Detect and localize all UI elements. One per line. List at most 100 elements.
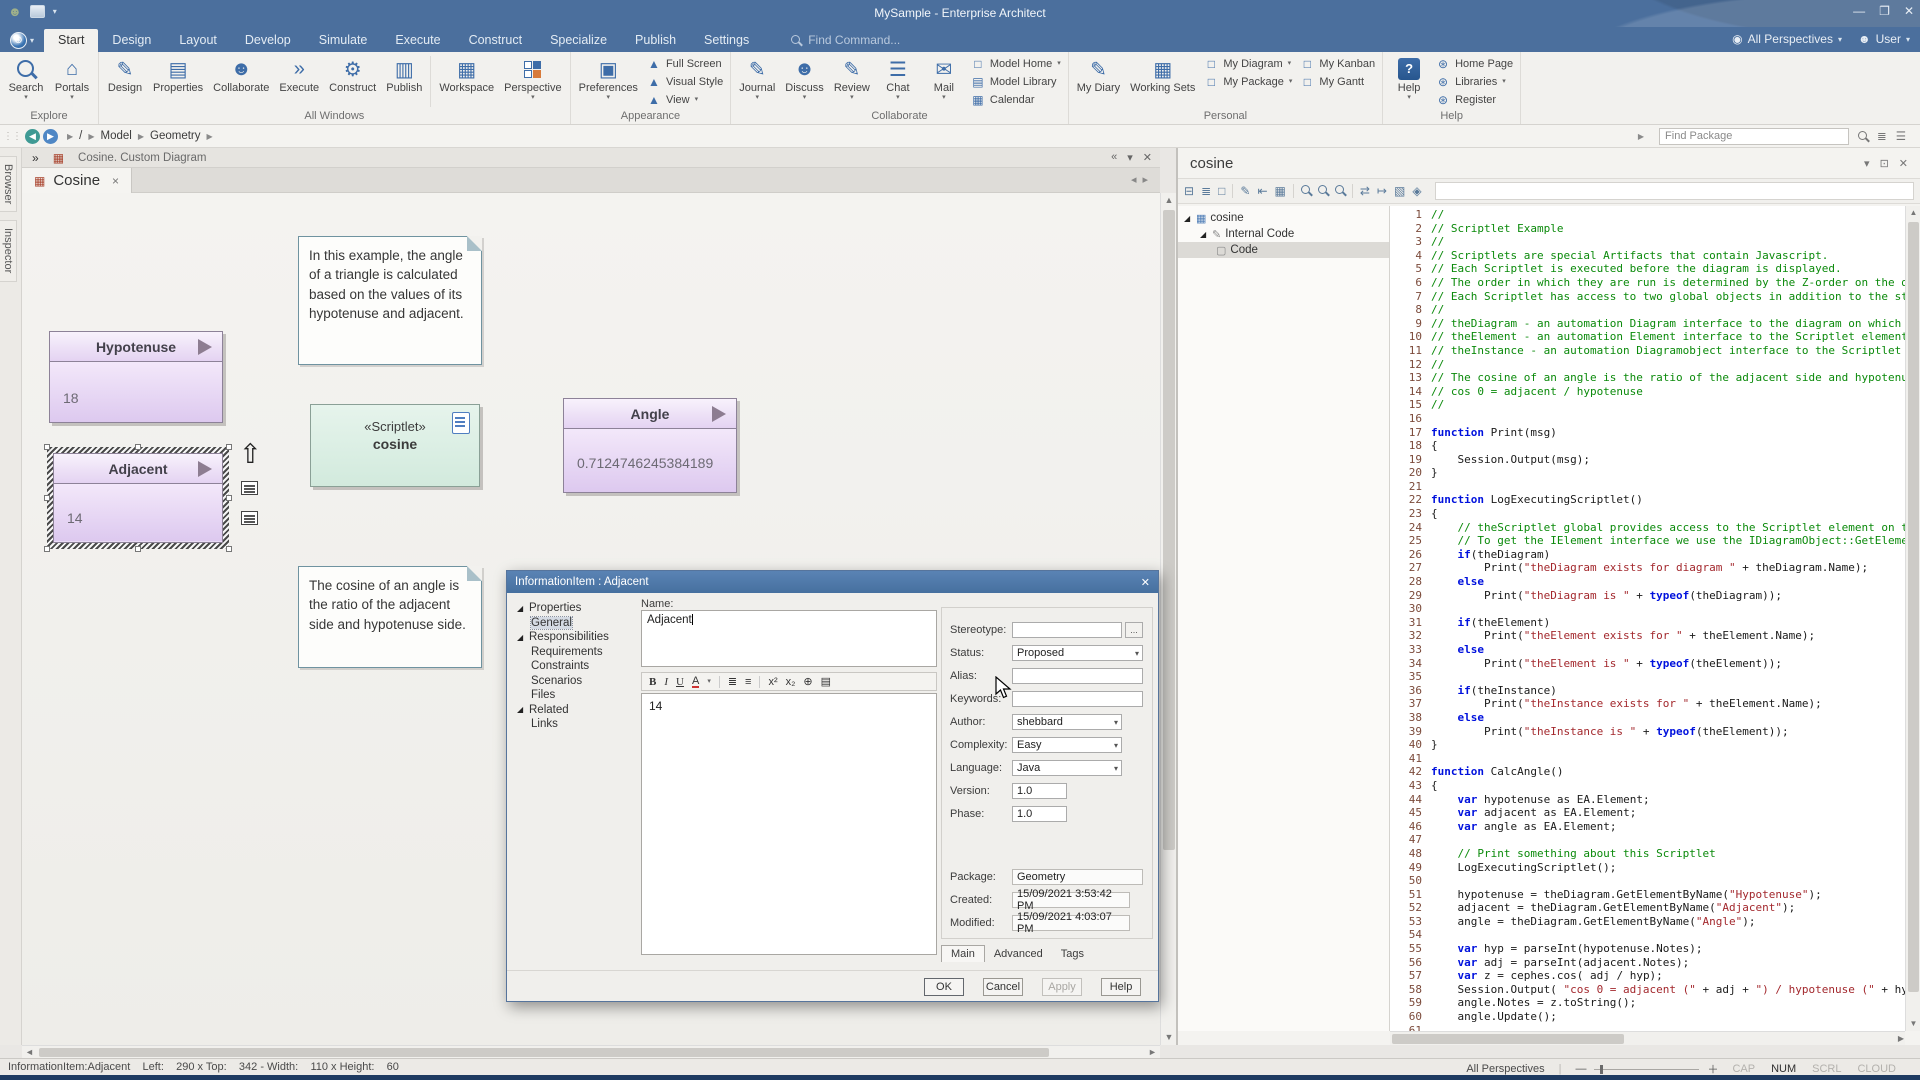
list-icon[interactable]: ≣ (1877, 129, 1887, 143)
import-icon[interactable]: ⇤ (1257, 184, 1267, 198)
tab-cosine[interactable]: ▦ Cosine × (22, 168, 132, 193)
toolbar-filter-box[interactable] (1435, 182, 1914, 200)
breadcrumb-item-model[interactable]: Model (101, 130, 132, 142)
chevrons-icon[interactable]: » (32, 151, 39, 165)
up-arrow-icon[interactable]: ⇧ (239, 441, 262, 468)
pin-icon[interactable]: ⊡ (1880, 157, 1889, 170)
collapse-icon[interactable]: « (1111, 151, 1117, 164)
ribbon-button-register[interactable]: ⊛Register (1436, 91, 1513, 108)
ribbon-button-chat[interactable]: ☰Chat▾ (875, 54, 921, 109)
search-icon[interactable] (1335, 184, 1345, 198)
numbered-list-icon[interactable]: ≡ (745, 676, 751, 688)
ribbon-button-properties[interactable]: ▤Properties (148, 54, 208, 109)
ribbon-tab-execute[interactable]: Execute (381, 29, 454, 52)
ribbon-button-model-home[interactable]: □Model Home▾ (971, 55, 1061, 72)
resize-handle[interactable] (135, 546, 141, 552)
ribbon-button-construct[interactable]: ⚙Construct (324, 54, 381, 109)
field-modified--input[interactable]: 15/09/2021 4:03:07 PM (1012, 915, 1130, 931)
ribbon-button-full-screen[interactable]: ▲Full Screen (647, 55, 723, 72)
chevron-down-icon[interactable]: ▾ (1864, 157, 1870, 170)
ribbon-tab-design[interactable]: Design (98, 29, 165, 52)
ribbon-button-workspace[interactable]: ▦Workspace (434, 54, 499, 109)
ribbon-button-visual-style[interactable]: ▲Visual Style (647, 73, 723, 90)
element-adjacent-selection[interactable]: Adjacent 14 (47, 447, 229, 549)
close-tab-icon[interactable]: × (112, 174, 119, 188)
app-logo-button[interactable]: ⊛ ▾ (10, 32, 34, 49)
dialog-tree-item-requirements[interactable]: Requirements (513, 645, 633, 660)
window-icon[interactable]: □ (1218, 184, 1225, 198)
ribbon-button-discuss[interactable]: ☻Discuss▾ (780, 54, 829, 109)
code-tree-item-code[interactable]: ▢Code (1178, 242, 1389, 258)
ribbon-button-my-package[interactable]: □My Package▾ (1204, 73, 1292, 90)
canvas-vertical-scrollbar[interactable]: ▲ ▼ (1160, 193, 1176, 1045)
field-phase--input[interactable]: 1.0 (1012, 806, 1067, 822)
underline-icon[interactable]: U (676, 676, 684, 688)
ribbon-button-execute[interactable]: »Execute (274, 54, 324, 109)
ribbon-button-home-page[interactable]: ⊛Home Page (1436, 55, 1513, 72)
resize-handle[interactable] (226, 444, 232, 450)
ribbon-button-my-diagram[interactable]: □My Diagram▾ (1204, 55, 1292, 72)
find-icon[interactable] (1301, 184, 1311, 198)
code-tree-item-cosine[interactable]: ◢▦cosine (1178, 210, 1389, 226)
ribbon-button-perspective[interactable]: Perspective▾ (499, 54, 566, 109)
breadcrumb-item--[interactable]: / (79, 130, 82, 142)
minimize-button[interactable]: — (1853, 4, 1865, 18)
bold-icon[interactable]: B (649, 676, 656, 688)
element-hypotenuse[interactable]: Hypotenuse 18 (49, 331, 223, 423)
dialog-tree-item-properties[interactable]: ◢Properties (513, 601, 633, 616)
bullet-list-icon[interactable]: ≣ (728, 675, 737, 688)
ribbon-button-working-sets[interactable]: ▦Working Sets (1125, 54, 1200, 109)
code-horizontal-scrollbar[interactable]: ▶ (1390, 1031, 1905, 1045)
resize-handle[interactable] (135, 444, 141, 450)
back-button[interactable]: ◀ (25, 129, 40, 144)
field-keywords--input[interactable] (1012, 691, 1143, 707)
scroll-up-icon[interactable]: ▲ (1161, 193, 1177, 208)
code-vertical-scrollbar[interactable]: ▲ ▼ (1905, 206, 1920, 1031)
tab-scroll-arrows[interactable]: ◂▸ (1131, 173, 1154, 186)
element-angle[interactable]: Angle 0.7124746245384189 (563, 398, 737, 493)
forward-button[interactable]: ▶ (43, 129, 58, 144)
dialog-title-bar[interactable]: InformationItem : Adjacent ✕ (507, 571, 1158, 593)
subscript-icon[interactable]: x₂ (786, 676, 796, 688)
ribbon-button-search[interactable]: Search▾ (3, 54, 49, 109)
superscript-icon[interactable]: x² (768, 676, 777, 688)
ribbon-tab-start[interactable]: Start (44, 29, 98, 52)
ribbon-button-model-library[interactable]: ▤Model Library (971, 73, 1061, 90)
ok-button[interactable]: OK (924, 978, 964, 996)
ribbon-button-preferences[interactable]: ▣Preferences▾ (574, 54, 643, 109)
resize-handle[interactable] (44, 495, 50, 501)
find-command[interactable]: Find Command... (791, 33, 900, 47)
restore-button[interactable]: ❐ (1879, 4, 1890, 18)
field-complexity--dropdown[interactable]: Easy (1012, 737, 1122, 753)
find-file-icon[interactable] (1318, 184, 1328, 198)
options-icon[interactable]: ▧ (1394, 184, 1405, 198)
ribbon-button-calendar[interactable]: ▦Calendar (971, 91, 1061, 108)
perspectives-status[interactable]: All Perspectives (1466, 1063, 1544, 1075)
dialog-tree-item-scenarios[interactable]: Scenarios (513, 674, 633, 689)
ellipsis-button[interactable]: ... (1125, 622, 1143, 638)
ribbon-tab-construct[interactable]: Construct (455, 29, 537, 52)
dialog-tab-tags[interactable]: Tags (1052, 946, 1093, 962)
ribbon-button-libraries[interactable]: ⊛Libraries▾ (1436, 73, 1513, 90)
ribbon-button-view[interactable]: ▲View▾ (647, 91, 723, 108)
zoom-track[interactable] (1594, 1069, 1699, 1070)
quicklink-list-icon[interactable] (241, 481, 258, 495)
breadcrumb-item-geometry[interactable]: Geometry (150, 130, 201, 142)
ribbon-button-portals[interactable]: ⌂Portals▾ (49, 54, 95, 109)
resize-handle[interactable] (226, 546, 232, 552)
ribbon-button-my-gantt[interactable]: □My Gantt (1300, 73, 1375, 90)
perspective-selector[interactable]: ◉ All Perspectives ▾ (1732, 32, 1842, 46)
dialog-tree-item-responsibilities[interactable]: ◢Responsibilities (513, 630, 633, 645)
element-scriptlet-cosine[interactable]: «Scriptlet» cosine (310, 404, 480, 487)
close-button[interactable]: ✕ (1904, 4, 1914, 18)
dialog-tree-item-related[interactable]: ◢Related (513, 703, 633, 718)
field-language--dropdown[interactable]: Java (1012, 760, 1122, 776)
scroll-up-icon[interactable]: ▲ (1906, 206, 1920, 220)
ribbon-button-my-diary[interactable]: ✎My Diary (1072, 54, 1125, 109)
help-button[interactable]: Help (1101, 978, 1141, 996)
zoom-thumb[interactable] (1600, 1065, 1603, 1074)
quicklink-list-icon[interactable] (241, 511, 258, 525)
field-alias--input[interactable] (1012, 668, 1143, 684)
element-adjacent[interactable]: Adjacent 14 (53, 453, 223, 543)
tab-inspector[interactable]: Inspector (0, 220, 17, 281)
